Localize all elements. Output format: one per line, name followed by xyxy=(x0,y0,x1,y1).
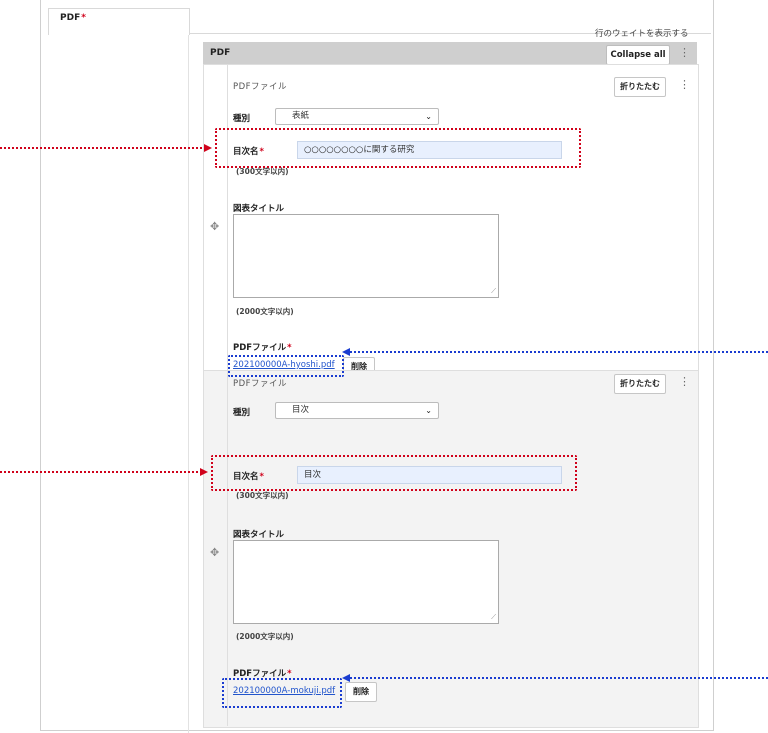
annotation-arrows xyxy=(0,144,768,682)
